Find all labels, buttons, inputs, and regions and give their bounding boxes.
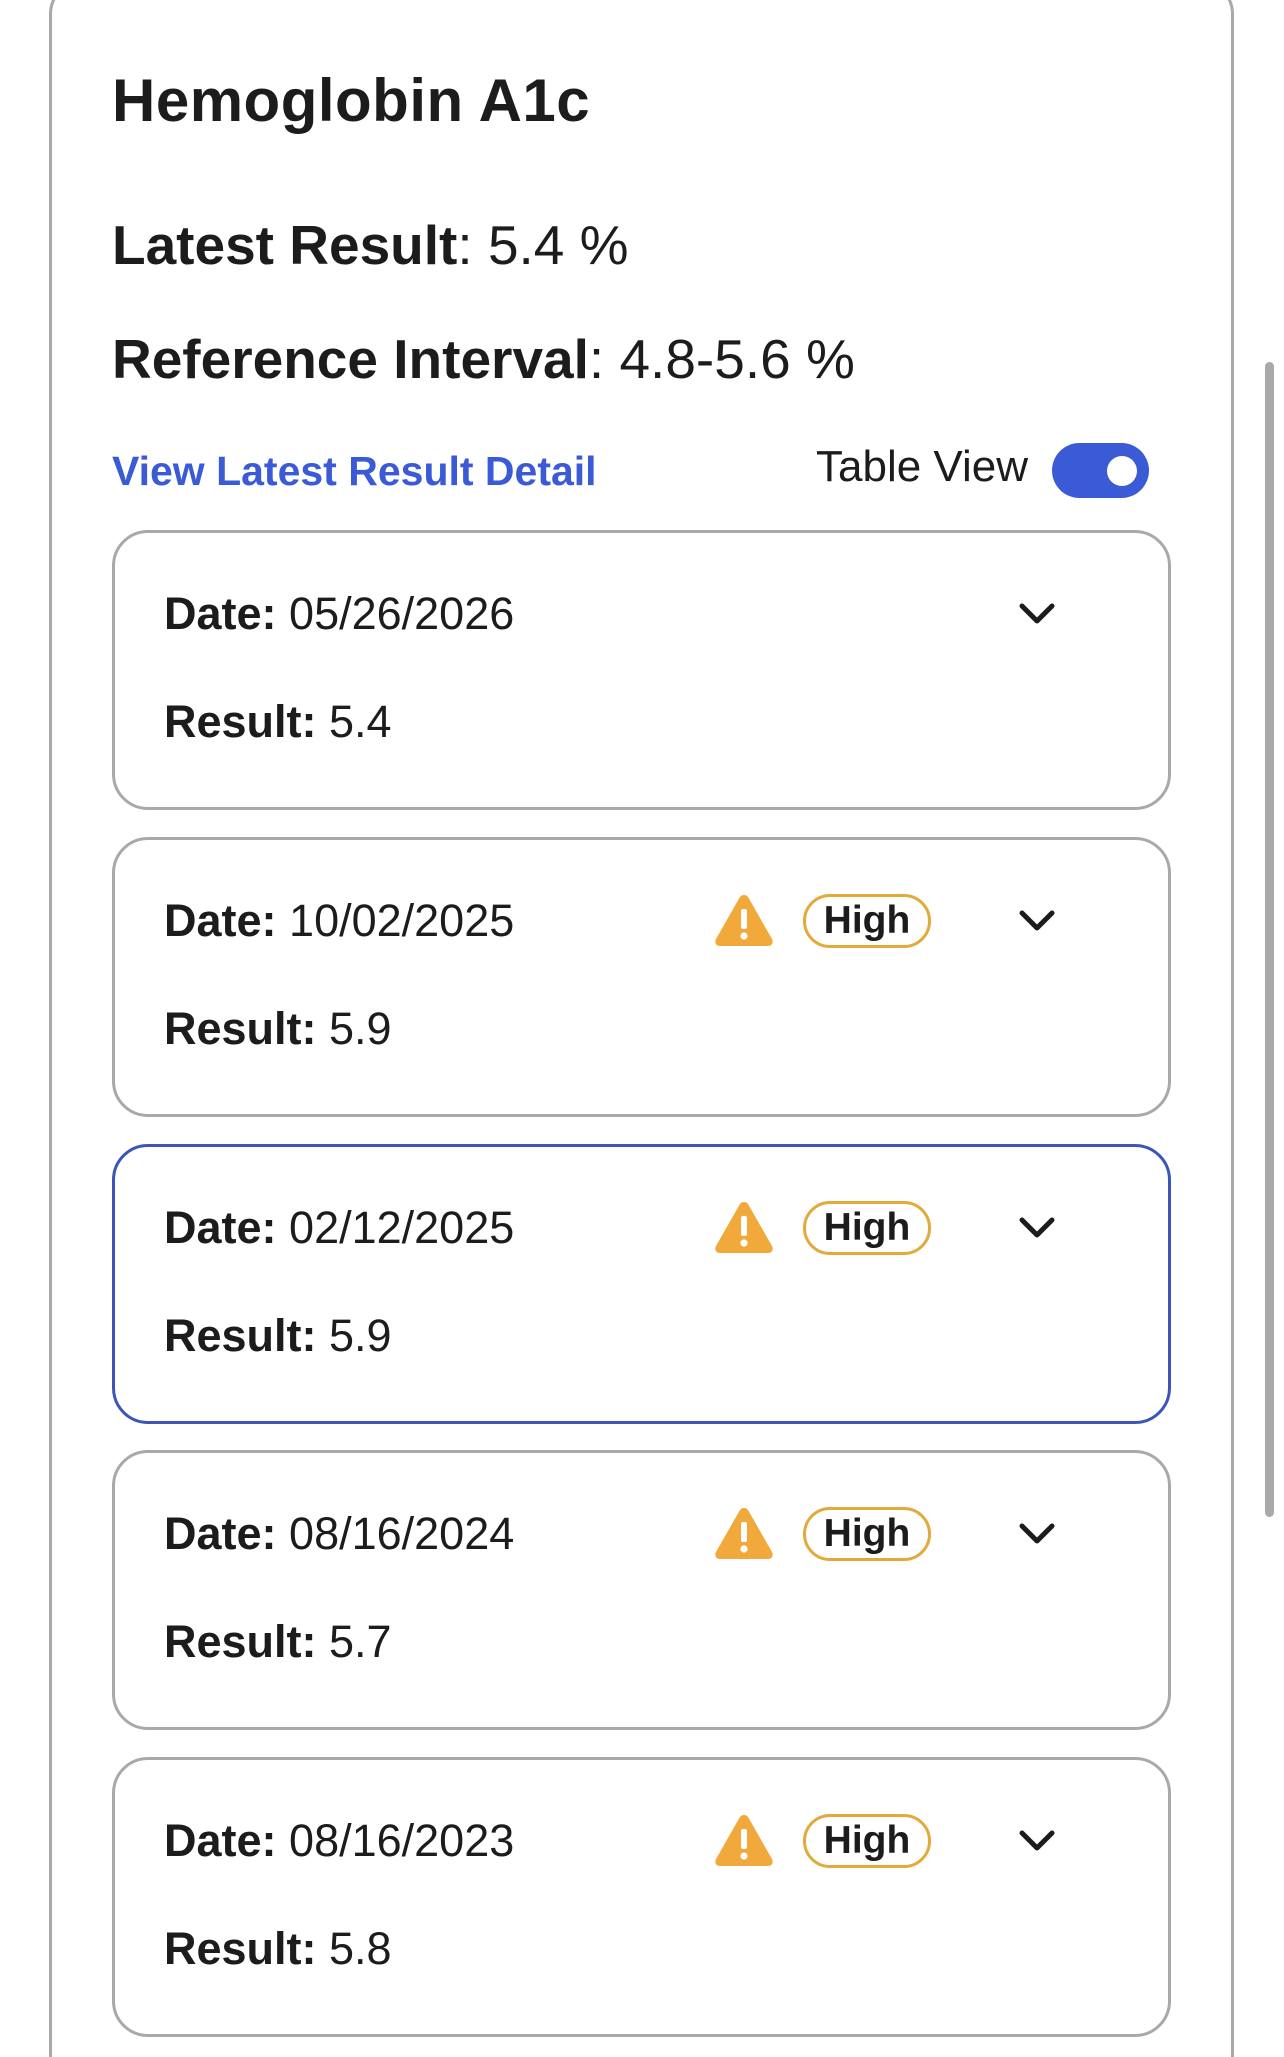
result-value-line: Result: 5.9: [164, 1003, 392, 1055]
warning-triangle-icon: [713, 1505, 775, 1561]
chevron-down-icon[interactable]: [1017, 905, 1057, 935]
table-view-label: Table View: [816, 442, 1028, 491]
reference-interval-value: 4.8-5.6 %: [619, 328, 855, 390]
result-card[interactable]: Date: 08/16/2023 High Result: 5.8: [112, 1757, 1171, 2037]
date-value: 08/16/2023: [289, 1815, 515, 1866]
result-card[interactable]: Date: 05/26/2026 Result: 5.4: [112, 530, 1171, 810]
result-label: Result:: [164, 1310, 317, 1361]
screen: Hemoglobin A1c Latest Result: 5.4 % Refe…: [0, 0, 1284, 2057]
date-label: Date:: [164, 588, 277, 639]
result-card[interactable]: Date: 10/02/2025 High Result: 5.9: [112, 837, 1171, 1117]
result-card[interactable]: Date: 02/12/2025 High Result: 5.9: [112, 1144, 1171, 1424]
chevron-down-icon[interactable]: [1017, 1518, 1057, 1548]
result-label: Result:: [164, 696, 317, 747]
result-value-line: Result: 5.4: [164, 696, 392, 748]
warning-triangle-icon: [713, 1199, 775, 1255]
date-label: Date:: [164, 1508, 277, 1559]
result-date: Date: 10/02/2025: [164, 895, 514, 947]
date-label: Date:: [164, 895, 277, 946]
result-value-line: Result: 5.8: [164, 1923, 392, 1975]
date-value: 10/02/2025: [289, 895, 515, 946]
table-view-toggle[interactable]: [1052, 443, 1149, 498]
date-value: 02/12/2025: [289, 1202, 515, 1253]
chevron-down-icon[interactable]: [1017, 598, 1057, 628]
scrollbar[interactable]: [1265, 362, 1274, 1517]
high-flag-badge: High: [803, 1201, 931, 1255]
result-date: Date: 02/12/2025: [164, 1202, 514, 1254]
result-value-line: Result: 5.7: [164, 1616, 392, 1668]
reference-interval-label: Reference Interval: [112, 328, 589, 390]
result-date: Date: 05/26/2026: [164, 588, 514, 640]
chevron-down-icon[interactable]: [1017, 1212, 1057, 1242]
result-date: Date: 08/16/2024: [164, 1508, 514, 1560]
result-value: 5.9: [329, 1003, 392, 1054]
result-value: 5.7: [329, 1616, 392, 1667]
latest-result-label: Latest Result: [112, 214, 458, 276]
toggle-knob: [1107, 456, 1137, 486]
warning-triangle-icon: [713, 892, 775, 948]
date-value: 08/16/2024: [289, 1508, 515, 1559]
result-value: 5.4: [329, 696, 392, 747]
latest-result-value: 5.4 %: [487, 214, 629, 276]
result-label: Result:: [164, 1616, 317, 1667]
high-flag-badge: High: [803, 894, 931, 948]
result-value: 5.8: [329, 1923, 392, 1974]
warning-triangle-icon: [713, 1812, 775, 1868]
result-date: Date: 08/16/2023: [164, 1815, 514, 1867]
result-value-line: Result: 5.9: [164, 1310, 392, 1362]
view-latest-result-detail-link[interactable]: View Latest Result Detail: [112, 448, 597, 495]
page-title: Hemoglobin A1c: [112, 67, 591, 134]
high-flag-badge: High: [803, 1814, 931, 1868]
reference-interval: Reference Interval: 4.8-5.6 %: [112, 328, 855, 390]
date-label: Date:: [164, 1815, 277, 1866]
result-card[interactable]: Date: 08/16/2024 High Result: 5.7: [112, 1450, 1171, 1730]
high-flag-badge: High: [803, 1507, 931, 1561]
latest-result: Latest Result: 5.4 %: [112, 214, 629, 276]
date-label: Date:: [164, 1202, 277, 1253]
result-label: Result:: [164, 1923, 317, 1974]
date-value: 05/26/2026: [289, 588, 515, 639]
result-label: Result:: [164, 1003, 317, 1054]
chevron-down-icon[interactable]: [1017, 1825, 1057, 1855]
result-value: 5.9: [329, 1310, 392, 1361]
